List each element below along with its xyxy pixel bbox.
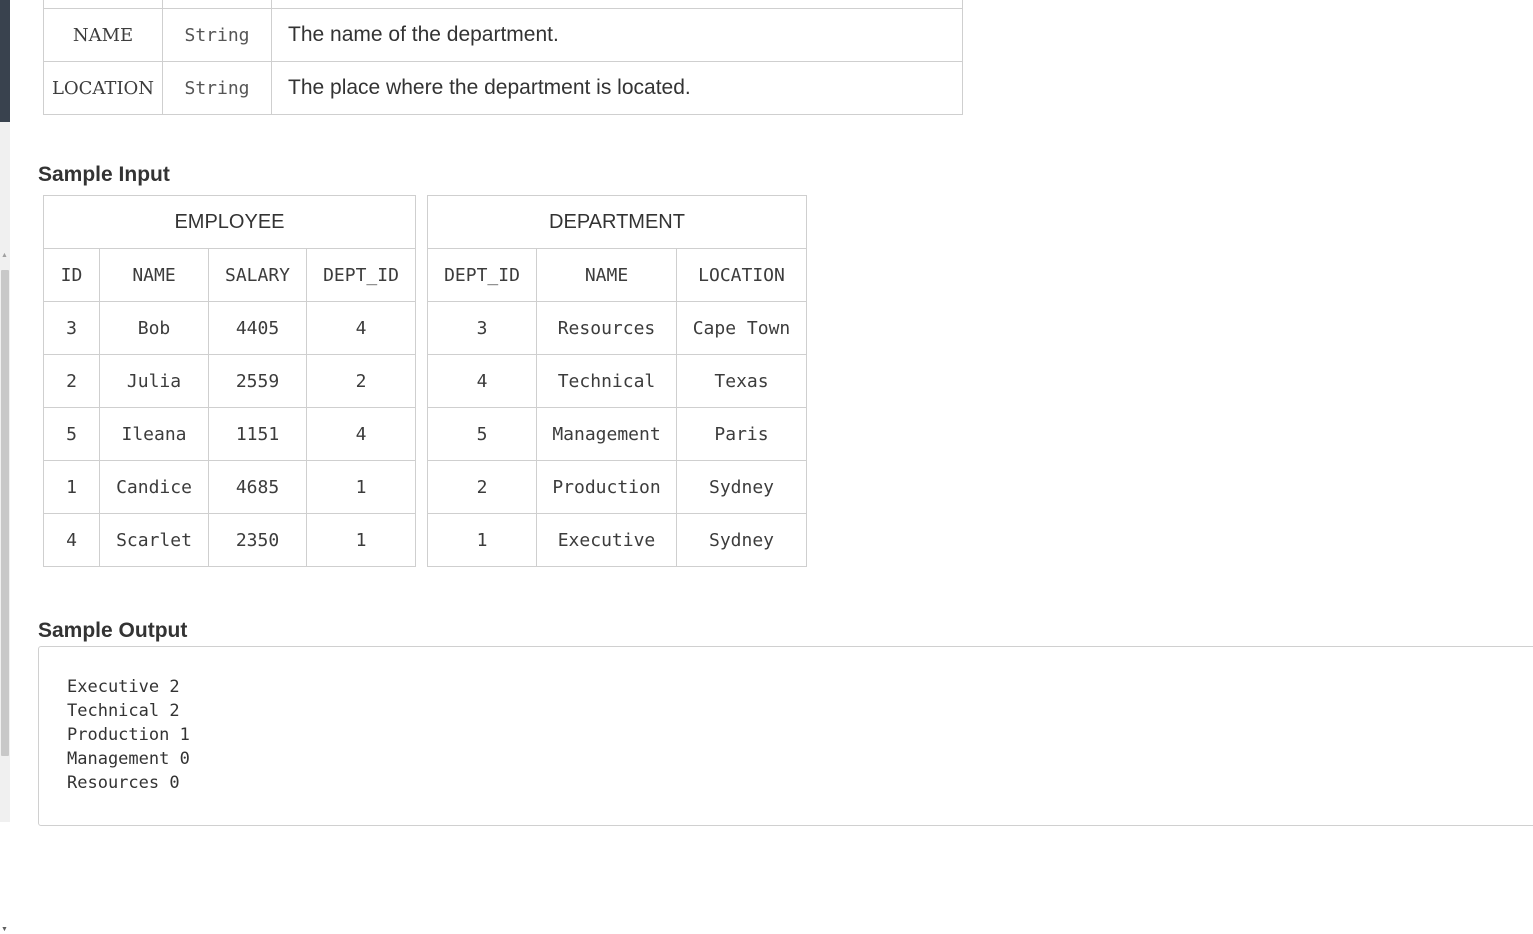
table-header-row: DEPT_ID NAME LOCATION [427, 248, 807, 302]
output-line: Technical 2 [67, 701, 180, 721]
table-cell: 2350 [208, 513, 307, 567]
department-table: DEPARTMENT DEPT_ID NAME LOCATION 3 Resou… [427, 195, 807, 567]
column-type-cell [162, 0, 272, 9]
table-row: NAME String The name of the department. [43, 8, 963, 62]
table-cell: 4 [306, 407, 416, 461]
table-row: 4 Technical Texas [427, 354, 807, 408]
column-header: DEPT_ID [427, 248, 537, 302]
output-line: Executive 2 [67, 677, 180, 697]
department-description-table: NAME String The name of the department. … [43, 0, 963, 115]
department-caption: DEPARTMENT [427, 195, 807, 249]
table-row: 2 Production Sydney [427, 460, 807, 514]
table-cell: Production [536, 460, 677, 514]
column-name-cell: NAME [43, 8, 163, 62]
table-cell: Sydney [676, 460, 807, 514]
column-header: LOCATION [676, 248, 807, 302]
employee-caption: EMPLOYEE [43, 195, 416, 249]
table-cell: 2559 [208, 354, 307, 408]
scrollbar-thumb[interactable] [1, 270, 9, 756]
table-caption-row: EMPLOYEE [43, 195, 416, 249]
table-cell: Executive [536, 513, 677, 567]
table-row: 1 Candice 4685 1 [43, 460, 416, 514]
table-cell: Cape Town [676, 301, 807, 355]
sidebar-edge [0, 0, 10, 122]
column-header: SALARY [208, 248, 307, 302]
table-cell: 3 [43, 301, 100, 355]
column-header: NAME [536, 248, 677, 302]
table-cell: Scarlet [99, 513, 209, 567]
table-cell: Texas [676, 354, 807, 408]
output-line: Management 0 [67, 749, 190, 769]
output-line: Production 1 [67, 725, 190, 745]
table-cell: Julia [99, 354, 209, 408]
table-cell: 1 [43, 460, 100, 514]
table-cell: 4405 [208, 301, 307, 355]
column-description-cell: The place where the department is locate… [271, 61, 963, 115]
table-cell: Candice [99, 460, 209, 514]
employee-table: EMPLOYEE ID NAME SALARY DEPT_ID 3 Bob 44… [43, 195, 416, 567]
table-row: 3 Bob 4405 4 [43, 301, 416, 355]
table-cell: Technical [536, 354, 677, 408]
table-cell: 1 [427, 513, 537, 567]
table-cell: Sydney [676, 513, 807, 567]
table-cell: Paris [676, 407, 807, 461]
column-description-cell: The name of the department. [271, 8, 963, 62]
column-name-cell: LOCATION [43, 61, 163, 115]
table-cell: 4685 [208, 460, 307, 514]
table-cell: 1151 [208, 407, 307, 461]
table-cell: 4 [306, 301, 416, 355]
scrollbar[interactable]: ▲ ▼ [0, 122, 10, 933]
table-cell: 2 [43, 354, 100, 408]
table-row [43, 0, 963, 9]
column-description-cell [271, 0, 963, 9]
table-caption-row: DEPARTMENT [427, 195, 807, 249]
table-cell: 1 [306, 513, 416, 567]
table-cell: Ileana [99, 407, 209, 461]
table-cell: 3 [427, 301, 537, 355]
table-row: 3 Resources Cape Town [427, 301, 807, 355]
table-cell: 1 [306, 460, 416, 514]
sample-output-heading: Sample Output [38, 619, 188, 642]
table-row: 2 Julia 2559 2 [43, 354, 416, 408]
column-type-cell: String [162, 8, 272, 62]
column-type-cell: String [162, 61, 272, 115]
table-cell: 5 [427, 407, 537, 461]
table-cell: Bob [99, 301, 209, 355]
table-cell: 4 [43, 513, 100, 567]
table-row: LOCATION String The place where the depa… [43, 61, 963, 115]
table-row: 4 Scarlet 2350 1 [43, 513, 416, 567]
table-cell: 2 [427, 460, 537, 514]
output-line: Resources 0 [67, 773, 180, 793]
column-header: NAME [99, 248, 209, 302]
table-cell: 5 [43, 407, 100, 461]
table-header-row: ID NAME SALARY DEPT_ID [43, 248, 416, 302]
table-row: 5 Ileana 1151 4 [43, 407, 416, 461]
table-cell: 2 [306, 354, 416, 408]
table-row: 5 Management Paris [427, 407, 807, 461]
column-name-cell [43, 0, 163, 9]
column-header: DEPT_ID [306, 248, 416, 302]
table-cell: Resources [536, 301, 677, 355]
sample-input-heading: Sample Input [38, 163, 170, 186]
sample-output-text: Executive 2 Technical 2 Production 1 Manage… [67, 675, 190, 795]
table-cell: Management [536, 407, 677, 461]
scroll-up-icon[interactable]: ▲ [1, 252, 8, 260]
column-header: ID [43, 248, 100, 302]
table-cell: 4 [427, 354, 537, 408]
table-row: 1 Executive Sydney [427, 513, 807, 567]
sample-output-box: Executive 2 Technical 2 Production 1 Manage… [38, 646, 1533, 826]
scroll-down-icon[interactable]: ▼ [1, 926, 8, 934]
